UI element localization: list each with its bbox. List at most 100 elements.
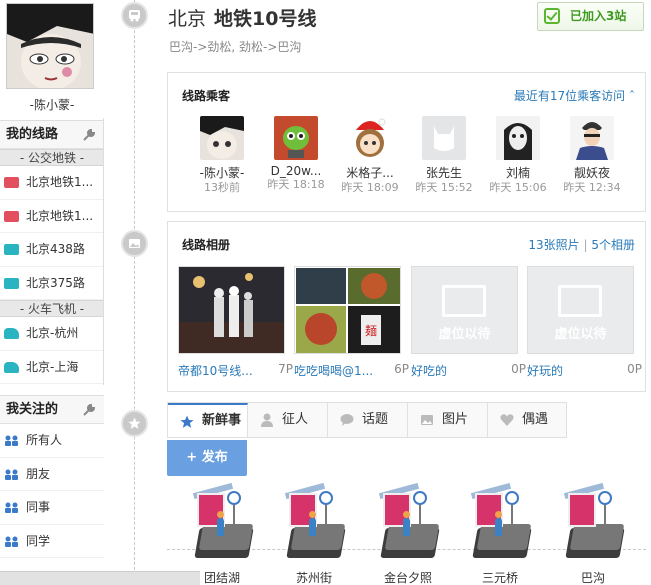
passengers-title: 线路乘客 bbox=[182, 89, 231, 103]
timeline-node-feed bbox=[121, 410, 148, 437]
avatar[interactable] bbox=[200, 116, 244, 160]
city-name: 北京 bbox=[168, 8, 207, 30]
wrench-icon[interactable] bbox=[83, 129, 95, 141]
albums-link[interactable]: 5个相册 bbox=[591, 238, 635, 252]
passenger-item[interactable]: D_20w... 昨天 18:18 bbox=[264, 116, 328, 192]
wrench-icon[interactable] bbox=[83, 404, 95, 416]
passenger-time: 昨天 15:06 bbox=[489, 181, 547, 194]
tab-recruit[interactable]: 征人 bbox=[248, 403, 328, 437]
station-item[interactable]: 巴沟 bbox=[558, 482, 628, 585]
following-item-label: 同事 bbox=[26, 500, 51, 514]
sidebar-item-subway-10[interactable]: 北京地铁1... bbox=[0, 166, 104, 200]
album-name[interactable]: 吃吃喝喝@1... bbox=[294, 364, 373, 378]
following-header: 我关注的 bbox=[0, 396, 104, 424]
avatar[interactable] bbox=[348, 116, 392, 160]
passenger-name[interactable]: 靓妖夜 bbox=[560, 164, 624, 181]
station-name[interactable]: 金台夕照 bbox=[363, 569, 453, 585]
sidebar-item-bus-438[interactable]: 北京438路 bbox=[0, 233, 104, 267]
avatar[interactable] bbox=[496, 116, 540, 160]
sidebar-divider bbox=[103, 118, 104, 385]
following-item-friends[interactable]: 朋友 bbox=[0, 458, 104, 491]
person-icon bbox=[217, 511, 224, 536]
following-item-classmates[interactable]: 同学 bbox=[0, 525, 104, 558]
sidebar-item-bus-375[interactable]: 北京375路 bbox=[0, 267, 104, 300]
album-name[interactable]: 好玩的 bbox=[527, 364, 563, 378]
tab-topics[interactable]: 话题 bbox=[328, 403, 408, 437]
station-item[interactable]: 苏州街 bbox=[279, 482, 349, 585]
joined-label: 已加入3站 bbox=[570, 9, 627, 23]
svg-text:麺: 麺 bbox=[365, 324, 377, 338]
speech-bubble-icon bbox=[340, 414, 354, 426]
passenger-item[interactable]: 米格子... 昨天 18:09 bbox=[338, 116, 402, 195]
bus-icon bbox=[129, 10, 140, 22]
passengers-card: 线路乘客 最近有17位乘客访问 ˆ -陈小蒙- 13秒前 D_20w... 昨天… bbox=[167, 72, 646, 212]
album-item[interactable]: 帝都10号线... 7P bbox=[178, 266, 293, 378]
station-sign-icon bbox=[505, 491, 519, 505]
station-strip: 团结湖 苏州街 金台夕照 三元桥 巴沟 bbox=[167, 476, 646, 585]
subway-icon bbox=[4, 210, 19, 222]
avatar[interactable] bbox=[274, 116, 318, 160]
following-item-all[interactable]: 所有人 bbox=[0, 424, 104, 458]
tab-label: 征人 bbox=[282, 412, 309, 427]
station-name[interactable]: 三元桥 bbox=[455, 569, 545, 585]
passenger-item[interactable]: -陈小蒙- 13秒前 bbox=[190, 116, 254, 195]
passenger-item[interactable]: 靓妖夜 昨天 12:34 bbox=[560, 116, 624, 195]
tab-news[interactable]: 新鲜事 bbox=[168, 403, 248, 437]
sidebar-item-beijing-hangzhou[interactable]: 北京-杭州 bbox=[0, 317, 104, 351]
following-item-colleagues[interactable]: 同事 bbox=[0, 491, 104, 525]
passenger-name[interactable]: 张先生 bbox=[412, 164, 476, 181]
sidebar-item-label: 北京-上海 bbox=[26, 359, 79, 374]
station-platform-top bbox=[198, 524, 254, 550]
publish-button[interactable]: + 发布 bbox=[167, 440, 247, 476]
station-item[interactable]: 三元桥 bbox=[465, 482, 535, 585]
passenger-name[interactable]: 刘楠 bbox=[486, 164, 550, 181]
passenger-item[interactable]: 刘楠 昨天 15:06 bbox=[486, 116, 550, 195]
timeline-node-line bbox=[121, 2, 148, 29]
joined-stations-button[interactable]: 已加入3站 bbox=[537, 2, 644, 31]
person-icon bbox=[403, 511, 410, 536]
passenger-name[interactable]: -陈小蒙- bbox=[190, 164, 254, 181]
avatar[interactable] bbox=[570, 116, 614, 160]
album-thumbnail[interactable]: 麺 bbox=[294, 266, 401, 354]
passenger-name[interactable]: 米格子... bbox=[338, 164, 402, 181]
album-name[interactable]: 好吃的 bbox=[411, 364, 447, 378]
album-card: 线路相册 13张照片 | 5个相册 帝都10号线... 7P 麺 吃吃喝喝@1.… bbox=[167, 221, 646, 392]
passenger-time: 昨天 15:52 bbox=[415, 181, 473, 194]
album-item[interactable]: 虚位以待 好吃的 0P bbox=[411, 266, 526, 378]
star-icon bbox=[180, 415, 194, 428]
station-name[interactable]: 苏州街 bbox=[269, 569, 359, 585]
station-item[interactable]: 金台夕照 bbox=[373, 482, 443, 585]
sidebar-item-subway-13[interactable]: 北京地铁1... bbox=[0, 200, 104, 233]
user-avatar[interactable] bbox=[6, 3, 94, 89]
heart-icon bbox=[500, 414, 514, 426]
album-thumbnail[interactable] bbox=[178, 266, 285, 354]
following-panel: 我关注的 所有人 朋友 同事 同学 bbox=[0, 395, 104, 558]
album-count: 6P bbox=[394, 362, 409, 376]
subway-icon bbox=[4, 177, 19, 188]
tab-images[interactable]: 图片 bbox=[408, 403, 488, 437]
chevron-up-icon: ˆ bbox=[629, 89, 635, 103]
station-platform-top bbox=[384, 524, 440, 550]
passengers-meta-text: 最近有17位乘客访问 bbox=[513, 89, 626, 103]
tab-encounter[interactable]: 偶遇 bbox=[488, 403, 568, 437]
avatar[interactable] bbox=[422, 116, 466, 160]
people-icon bbox=[5, 502, 18, 513]
station-sign-icon bbox=[413, 491, 427, 505]
left-sidebar: -陈小蒙- 我的线路 - 公交地铁 - 北京地铁1... 北京地铁1... 北京… bbox=[0, 0, 104, 585]
album-name[interactable]: 帝都10号线... bbox=[178, 364, 253, 378]
album-count: 0P bbox=[627, 362, 642, 376]
image-icon bbox=[421, 415, 433, 425]
passenger-name[interactable]: D_20w... bbox=[264, 164, 328, 178]
sidebar-item-beijing-shanghai[interactable]: 北京-上海 bbox=[0, 351, 104, 384]
photos-link[interactable]: 13张照片 bbox=[528, 238, 579, 252]
album-thumbnail-placeholder[interactable]: 虚位以待 bbox=[411, 266, 518, 354]
album-item[interactable]: 虚位以待 好玩的 0P bbox=[527, 266, 642, 378]
passenger-item[interactable]: 张先生 昨天 15:52 bbox=[412, 116, 476, 195]
horizontal-scrollbar[interactable] bbox=[0, 571, 200, 585]
passengers-visit-count[interactable]: 最近有17位乘客访问 ˆ bbox=[514, 87, 635, 104]
station-name[interactable]: 巴沟 bbox=[548, 569, 638, 585]
train-icon bbox=[4, 328, 19, 339]
album-thumbnail-placeholder[interactable]: 虚位以待 bbox=[527, 266, 634, 354]
user-name[interactable]: -陈小蒙- bbox=[0, 96, 104, 113]
album-item[interactable]: 麺 吃吃喝喝@1... 6P bbox=[294, 266, 409, 378]
